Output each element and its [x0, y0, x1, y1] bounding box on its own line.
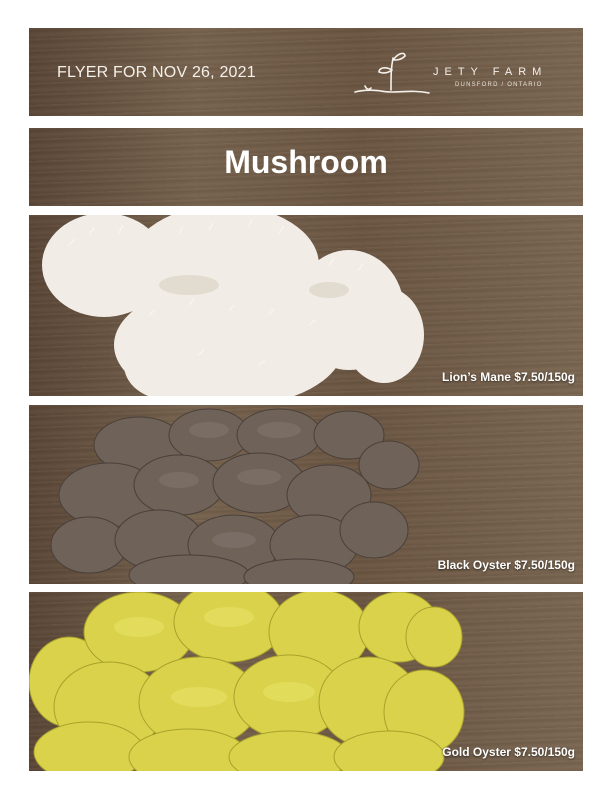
- lions-mane-mushroom-image: [42, 215, 424, 396]
- logo-name: JETY FARM: [433, 66, 548, 78]
- logo-location: DUNSFORD / ONTARIO: [455, 82, 543, 88]
- price-label-gold-oyster: Gold Oyster $7.50/150g: [442, 745, 575, 759]
- price-label-lions-mane: Lion’s Mane $7.50/150g: [442, 370, 575, 384]
- sprout-icon: [354, 52, 430, 94]
- flyer-date: FLYER FOR NOV 26, 2021: [57, 64, 256, 81]
- price-label-black-oyster: Black Oyster $7.50/150g: [437, 558, 575, 572]
- title-banner: Mushroom: [29, 128, 583, 206]
- farm-logo: JETY FARM DUNSFORD / ONTARIO: [351, 46, 571, 106]
- page-title: Mushroom: [224, 144, 388, 180]
- header-banner: FLYER FOR NOV 26, 2021 JETY FARM DUNSFOR…: [29, 28, 583, 116]
- product-panel-black-oyster: Black Oyster $7.50/150g: [29, 405, 583, 584]
- product-panel-lions-mane: Lion’s Mane $7.50/150g: [29, 215, 583, 396]
- product-panel-gold-oyster: Gold Oyster $7.50/150g: [29, 592, 583, 771]
